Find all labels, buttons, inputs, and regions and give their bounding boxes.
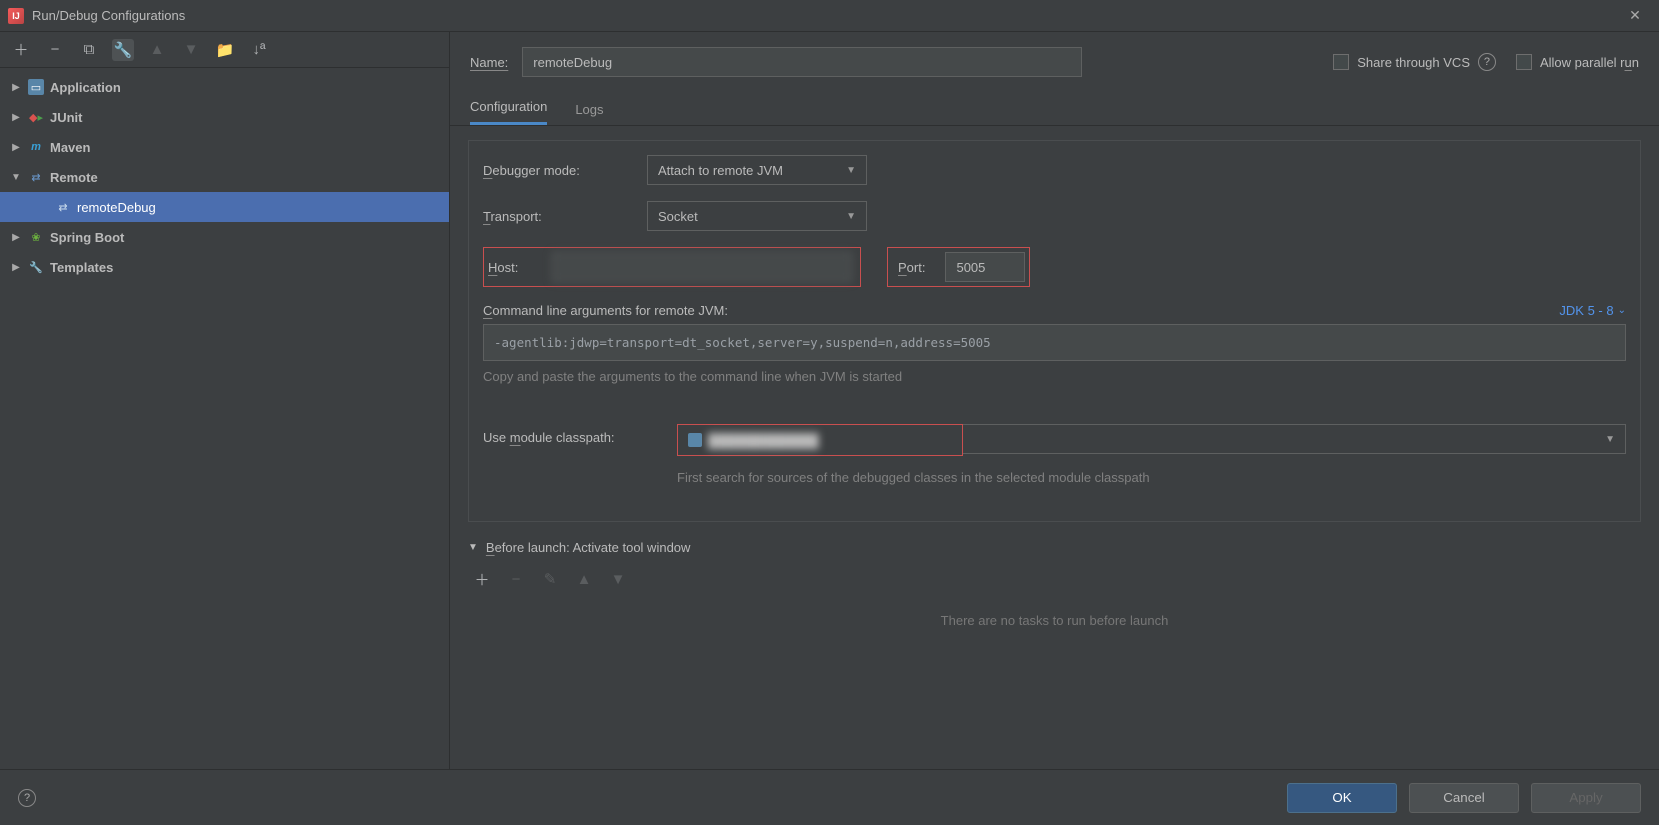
transport-select[interactable]: Socket ▼ bbox=[647, 201, 867, 231]
host-input[interactable] bbox=[552, 252, 852, 282]
sort-button[interactable]: ↓ª bbox=[248, 39, 270, 61]
move-task-up-button[interactable]: ▲ bbox=[574, 569, 594, 589]
cmdline-label: Command line arguments for remote JVM: bbox=[483, 303, 728, 318]
host-highlight: Host: bbox=[483, 247, 861, 287]
module-highlight: ████████████ bbox=[677, 424, 963, 456]
before-launch-header[interactable]: ▼ Before launch: Activate tool window bbox=[468, 540, 1641, 555]
before-launch-title: Before launch: Activate tool window bbox=[486, 540, 691, 555]
dialog-footer: ? OK Cancel Apply bbox=[0, 769, 1659, 825]
expand-icon: ▶ bbox=[10, 82, 22, 93]
port-label: Port: bbox=[892, 260, 931, 275]
share-vcs-checkbox[interactable]: Share through VCS ? bbox=[1333, 53, 1496, 71]
tree-item-remote[interactable]: ▼ ⇄ Remote bbox=[0, 162, 449, 192]
checkbox-icon bbox=[1333, 54, 1349, 70]
tab-configuration[interactable]: Configuration bbox=[470, 99, 547, 125]
tree-label: Spring Boot bbox=[50, 230, 124, 245]
configuration-panel: Debugger mode: Attach to remote JVM ▼ Tr… bbox=[468, 140, 1641, 522]
module-classpath-select[interactable]: ▼ bbox=[962, 424, 1626, 454]
content-panel: Name: Share through VCS ? Allow parallel… bbox=[450, 32, 1659, 769]
apply-button[interactable]: Apply bbox=[1531, 783, 1641, 813]
tree-item-junit[interactable]: ▶ ◆▸ JUnit bbox=[0, 102, 449, 132]
tree-label: Maven bbox=[50, 140, 90, 155]
folder-button[interactable]: 📁 bbox=[214, 39, 236, 61]
copy-config-button[interactable]: ⧉ bbox=[78, 39, 100, 61]
remove-config-button[interactable]: − bbox=[44, 39, 66, 61]
wrench-icon: 🔧 bbox=[28, 259, 44, 275]
parallel-label: Allow parallel run bbox=[1540, 55, 1639, 70]
select-value: Attach to remote JVM bbox=[658, 163, 783, 178]
remote-icon: ⇄ bbox=[28, 169, 44, 185]
edit-task-button[interactable]: ✎ bbox=[540, 569, 560, 589]
name-input[interactable] bbox=[522, 47, 1082, 77]
application-icon: ▭ bbox=[28, 79, 44, 95]
tree-item-maven[interactable]: ▶ m Maven bbox=[0, 132, 449, 162]
tree-label: Remote bbox=[50, 170, 98, 185]
module-classpath-label: Use module classpath: bbox=[483, 424, 663, 445]
tree-item-remotedebug[interactable]: ⇄ remoteDebug bbox=[0, 192, 449, 222]
expand-icon: ▶ bbox=[10, 112, 22, 123]
module-hint: First search for sources of the debugged… bbox=[677, 470, 1197, 485]
before-launch-toolbar: ＋ − ✎ ▲ ▼ bbox=[468, 565, 1641, 599]
add-config-button[interactable]: ＋ bbox=[10, 39, 32, 61]
tree-label: JUnit bbox=[50, 110, 83, 125]
jdk-version-select[interactable]: JDK 5 - 8 ⌄ bbox=[1559, 303, 1626, 318]
collapse-icon: ▼ bbox=[468, 542, 478, 553]
transport-label: Transport: bbox=[483, 209, 633, 224]
remove-task-button[interactable]: − bbox=[506, 569, 526, 589]
cmdline-args-field[interactable]: -agentlib:jdwp=transport=dt_socket,serve… bbox=[483, 324, 1626, 361]
help-button[interactable]: ? bbox=[18, 789, 36, 807]
cancel-button[interactable]: Cancel bbox=[1409, 783, 1519, 813]
chevron-down-icon: ▼ bbox=[1605, 434, 1615, 445]
collapse-icon: ▼ bbox=[10, 172, 22, 183]
move-task-down-button[interactable]: ▼ bbox=[608, 569, 628, 589]
sidebar: ＋ − ⧉ 🔧 ▲ ▼ 📁 ↓ª ▶ ▭ Application ▶ ◆▸ JU… bbox=[0, 32, 450, 769]
remote-icon: ⇄ bbox=[55, 199, 71, 215]
port-highlight: Port: bbox=[887, 247, 1030, 287]
expand-icon: ▶ bbox=[10, 142, 22, 153]
move-down-button[interactable]: ▼ bbox=[180, 39, 202, 61]
help-icon[interactable]: ? bbox=[1478, 53, 1496, 71]
add-task-button[interactable]: ＋ bbox=[472, 569, 492, 589]
edit-templates-button[interactable]: 🔧 bbox=[112, 39, 134, 61]
name-label: Name: bbox=[470, 55, 508, 70]
checkbox-icon bbox=[1516, 54, 1532, 70]
module-value: ████████████ bbox=[708, 433, 819, 448]
module-icon bbox=[688, 433, 702, 447]
tab-logs[interactable]: Logs bbox=[575, 102, 603, 125]
share-label: Share through VCS bbox=[1357, 55, 1470, 70]
debugger-mode-select[interactable]: Attach to remote JVM ▼ bbox=[647, 155, 867, 185]
config-tree: ▶ ▭ Application ▶ ◆▸ JUnit ▶ m Maven ▼ ⇄… bbox=[0, 68, 449, 769]
tree-item-templates[interactable]: ▶ 🔧 Templates bbox=[0, 252, 449, 282]
titlebar: IJ Run/Debug Configurations ✕ bbox=[0, 0, 1659, 32]
chevron-down-icon: ▼ bbox=[846, 165, 856, 176]
close-icon[interactable]: ✕ bbox=[1619, 7, 1651, 24]
spring-icon: ❀ bbox=[28, 229, 44, 245]
select-value: Socket bbox=[658, 209, 698, 224]
copy-hint: Copy and paste the arguments to the comm… bbox=[483, 369, 1626, 384]
tree-label: remoteDebug bbox=[77, 200, 156, 215]
window-title: Run/Debug Configurations bbox=[32, 8, 1619, 23]
maven-icon: m bbox=[28, 139, 44, 155]
sidebar-toolbar: ＋ − ⧉ 🔧 ▲ ▼ 📁 ↓ª bbox=[0, 32, 449, 68]
expand-icon: ▶ bbox=[10, 232, 22, 243]
expand-icon: ▶ bbox=[10, 262, 22, 273]
ok-button[interactable]: OK bbox=[1287, 783, 1397, 813]
tree-item-springboot[interactable]: ▶ ❀ Spring Boot bbox=[0, 222, 449, 252]
chevron-down-icon: ▼ bbox=[846, 211, 856, 222]
tree-label: Templates bbox=[50, 260, 113, 275]
junit-icon: ◆▸ bbox=[28, 109, 44, 125]
chevron-down-icon: ⌄ bbox=[1618, 305, 1626, 316]
tabs: Configuration Logs bbox=[450, 92, 1659, 126]
before-launch-section: ▼ Before launch: Activate tool window ＋ … bbox=[468, 540, 1641, 642]
debugger-mode-label: Debugger mode: bbox=[483, 163, 633, 178]
port-input[interactable] bbox=[945, 252, 1025, 282]
parallel-run-checkbox[interactable]: Allow parallel run bbox=[1516, 54, 1639, 70]
app-icon: IJ bbox=[8, 8, 24, 24]
tree-item-application[interactable]: ▶ ▭ Application bbox=[0, 72, 449, 102]
host-label: Host: bbox=[488, 260, 538, 275]
move-up-button[interactable]: ▲ bbox=[146, 39, 168, 61]
tree-label: Application bbox=[50, 80, 121, 95]
before-launch-empty: There are no tasks to run before launch bbox=[468, 599, 1641, 642]
